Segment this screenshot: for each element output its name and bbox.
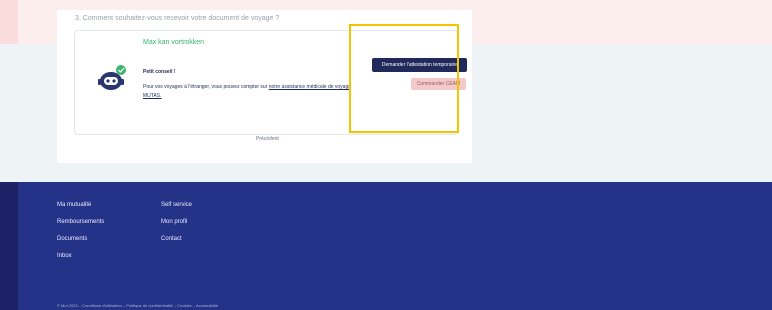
previous-link[interactable]: Précédent bbox=[256, 136, 279, 142]
footer-link-documents[interactable]: Documents bbox=[57, 236, 104, 253]
tip-text-body: Pour vos voyages à l'étranger, vous pouv… bbox=[143, 84, 269, 90]
footer-link-mon-profil[interactable]: Mon profil bbox=[161, 219, 192, 236]
footer-legal-text: © Mut 2024 – Conditions d'utilisation – … bbox=[57, 303, 218, 308]
footer-link-ma-mutualite[interactable]: Ma mutualité bbox=[57, 202, 104, 219]
footer-link-remboursements[interactable]: Remboursements bbox=[57, 219, 104, 236]
footer-link-contact[interactable]: Contact bbox=[161, 236, 192, 253]
footer-column-account: Self service Mon profil Contact bbox=[161, 202, 192, 253]
footer-edge bbox=[0, 182, 18, 310]
footer: Ma mutualité Remboursements Documents In… bbox=[0, 182, 772, 310]
highlight-frame bbox=[349, 24, 459, 133]
footer-link-self-service[interactable]: Self service bbox=[161, 202, 192, 219]
footer-column-main: Ma mutualité Remboursements Documents In… bbox=[57, 202, 104, 270]
option-heading: Max kan vortrokken bbox=[143, 39, 205, 46]
robot-assistant-icon bbox=[93, 61, 133, 95]
banner-edge bbox=[0, 0, 18, 44]
tip-title: Petit conseil ! bbox=[143, 69, 176, 75]
question-title: 3. Comment souhaitez-vous recevoir votre… bbox=[75, 15, 280, 22]
tip-text: Pour vos voyages à l'étranger, vous pouv… bbox=[143, 83, 353, 101]
footer-link-inbox[interactable]: Inbox bbox=[57, 253, 104, 270]
